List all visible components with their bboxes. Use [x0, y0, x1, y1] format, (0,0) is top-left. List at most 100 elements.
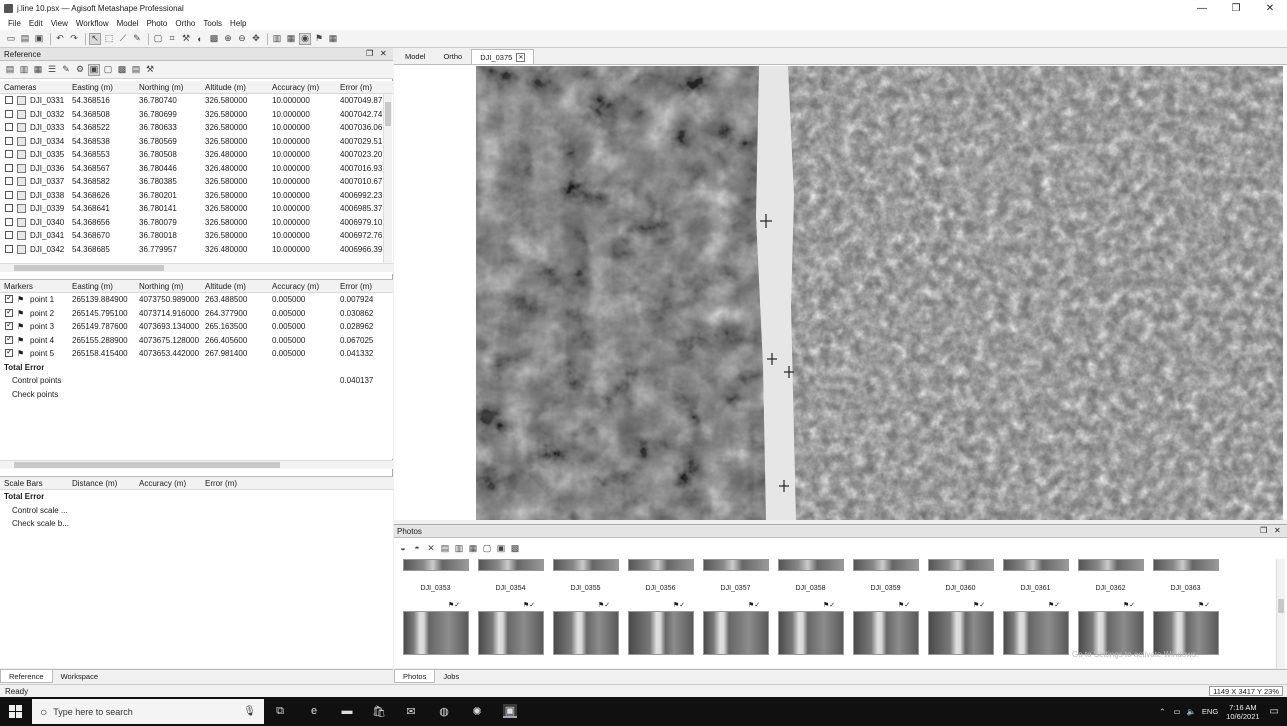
photo-thumbnail[interactable]	[1153, 611, 1219, 655]
photo-thumbnail-previous-row[interactable]	[403, 559, 469, 571]
camera-checkbox[interactable]	[5, 109, 13, 118]
camera-checkbox[interactable]	[5, 163, 13, 172]
camera-row[interactable]: DJI_0338 54.368626 36.780201 326.580000 10.0…	[0, 189, 393, 203]
camera-checkbox[interactable]	[5, 136, 13, 145]
menu-tools[interactable]: Tools	[199, 19, 226, 28]
menu-photo[interactable]: Photo	[142, 19, 171, 28]
rectangle-selection-icon[interactable]: ⬚	[103, 33, 115, 45]
marker-row[interactable]: ⚑ point 5 265158.415400 4073653.442000 267.9…	[0, 347, 393, 361]
settings-icon[interactable]: ⚙	[74, 64, 86, 76]
photo-thumbnail-previous-row[interactable]	[928, 559, 994, 571]
layout-icon[interactable]: ▦	[327, 33, 339, 45]
scroll-thumb[interactable]	[1278, 599, 1284, 613]
ruler-icon[interactable]: ✎	[131, 33, 143, 45]
photo-thumbnail-previous-row[interactable]	[478, 559, 544, 571]
windows-start-icon[interactable]	[9, 705, 22, 718]
tray-chevron-icon[interactable]: ⌃	[1159, 707, 1165, 716]
col-header[interactable]: Distance (m)	[72, 479, 117, 488]
marker-row[interactable]: ⚑ point 4 265155.288900 4073675.128000 266.4…	[0, 334, 393, 348]
col-header[interactable]: Accuracy (m)	[139, 479, 186, 488]
filter-icon[interactable]: ▦	[467, 542, 479, 554]
tab-reference[interactable]: Reference	[0, 670, 53, 683]
edit-icon[interactable]: ⚒	[180, 33, 192, 45]
taskbar-search-input[interactable]: ○ Type here to search 🎙	[32, 699, 264, 724]
close-panel-icon[interactable]: ✕	[1274, 526, 1281, 535]
chrome-icon[interactable]: ◍	[437, 704, 451, 718]
microphone-icon[interactable]: 🎙	[243, 706, 256, 717]
marker-checkbox[interactable]	[5, 335, 13, 344]
crop-icon[interactable]: ⌗	[166, 33, 178, 45]
scroll-thumb[interactable]	[14, 462, 280, 468]
mail-icon[interactable]: ✉	[404, 704, 418, 718]
photo-thumbnail[interactable]	[403, 611, 469, 655]
delete-selection-icon[interactable]: ▢	[152, 33, 164, 45]
table-icon[interactable]: ▦	[32, 64, 44, 76]
menu-file[interactable]: File	[4, 19, 25, 28]
menu-help[interactable]: Help	[226, 19, 250, 28]
marker-checkbox[interactable]	[5, 349, 13, 357]
view-source-icon[interactable]: ▣	[88, 63, 100, 76]
col-header[interactable]: Northing (m)	[139, 83, 183, 92]
camera-row[interactable]: DJI_0342 54.368685 36.779957 326.480000 10.0…	[0, 243, 393, 257]
marker-checkbox[interactable]	[5, 308, 13, 317]
col-header[interactable]: Cameras	[4, 83, 36, 92]
image-icon[interactable]: ▩	[208, 33, 220, 45]
camera-row[interactable]: DJI_0340 54.368656 36.780079 326.580000 10.0…	[0, 216, 393, 230]
show-cameras-icon[interactable]: ◉	[299, 32, 311, 45]
photo-thumbnail[interactable]	[853, 611, 919, 655]
redo-icon[interactable]: ↷	[68, 33, 80, 45]
draw-polyline-icon[interactable]: ⟋	[117, 33, 129, 45]
cameras-vscrollbar[interactable]	[383, 94, 392, 263]
float-icon[interactable]: ❐	[1260, 526, 1267, 535]
close-tab-icon[interactable]: ✕	[516, 52, 526, 62]
marker-checkbox[interactable]	[5, 322, 13, 330]
photo-thumbnail-previous-row[interactable]	[553, 559, 619, 571]
notification-icon[interactable]: ▭	[1270, 706, 1279, 717]
rotate-right-icon[interactable]: ◓	[411, 542, 423, 554]
camera-checkbox[interactable]	[5, 177, 13, 185]
grid-icon[interactable]: ▦	[285, 33, 297, 45]
photo-thumbnail[interactable]	[478, 611, 544, 655]
camera-checkbox[interactable]	[5, 123, 13, 131]
camera-checkbox[interactable]	[5, 204, 13, 212]
tab-jobs[interactable]: Jobs	[435, 670, 467, 683]
photo-thumbnail[interactable]	[928, 611, 994, 655]
col-header[interactable]: Accuracy (m)	[272, 83, 319, 92]
reset-filter-icon[interactable]: ▢	[481, 542, 493, 554]
camera-row[interactable]: DJI_0341 54.368670 36.780018 326.580000 10.0…	[0, 229, 393, 243]
col-header[interactable]: Error (m)	[340, 83, 372, 92]
cameras-hscrollbar[interactable]	[0, 263, 393, 272]
language-indicator[interactable]: ENG	[1202, 707, 1218, 716]
convert-icon[interactable]: ⚒	[144, 64, 156, 76]
markers-icon[interactable]: ⚑	[313, 33, 325, 45]
photo-thumbnail[interactable]	[628, 611, 694, 655]
photo-thumbnail-previous-row[interactable]	[628, 559, 694, 571]
photo-thumbnail-previous-row[interactable]	[778, 559, 844, 571]
disable-icon[interactable]: ▥	[453, 542, 465, 554]
col-header[interactable]: Easting (m)	[72, 282, 113, 291]
camera-checkbox[interactable]	[5, 190, 13, 199]
pen-icon[interactable]: ✎	[60, 64, 72, 76]
close-panel-icon[interactable]: ✕	[380, 49, 387, 58]
markers-hscrollbar[interactable]	[0, 460, 393, 469]
new-icon[interactable]: ▭	[5, 33, 17, 45]
float-icon[interactable]: ❐	[366, 49, 373, 58]
update-icon[interactable]: ▤	[130, 64, 142, 76]
open-icon[interactable]: ▤	[19, 33, 31, 45]
move-icon[interactable]: ✥	[250, 33, 262, 45]
contrast-icon[interactable]: ◐	[194, 33, 206, 45]
col-header[interactable]: Easting (m)	[72, 83, 113, 92]
camera-checkbox[interactable]	[5, 231, 13, 239]
task-view-icon[interactable]: ⧉	[273, 704, 287, 718]
camera-row[interactable]: DJI_0336 54.368567 36.780446 326.480000 10.0…	[0, 162, 393, 176]
camera-row[interactable]: DJI_0339 54.368641 36.780141 326.580000 10.0…	[0, 202, 393, 216]
col-header[interactable]: Accuracy (m)	[272, 282, 319, 291]
tab-photo[interactable]: DJI_0375 ✕	[471, 49, 535, 64]
col-header[interactable]: Error (m)	[205, 479, 237, 488]
photo-thumbnail-previous-row[interactable]	[1003, 559, 1069, 571]
rotate-left-icon[interactable]: ◒	[397, 542, 409, 554]
view-estimated-icon[interactable]: ▢	[102, 64, 114, 76]
tab-photos[interactable]: Photos	[394, 670, 436, 683]
thumbnail-size-icon[interactable]: ▩	[509, 542, 521, 554]
camera-row[interactable]: DJI_0332 54.368508 36.780699 326.580000 10.0…	[0, 108, 393, 122]
